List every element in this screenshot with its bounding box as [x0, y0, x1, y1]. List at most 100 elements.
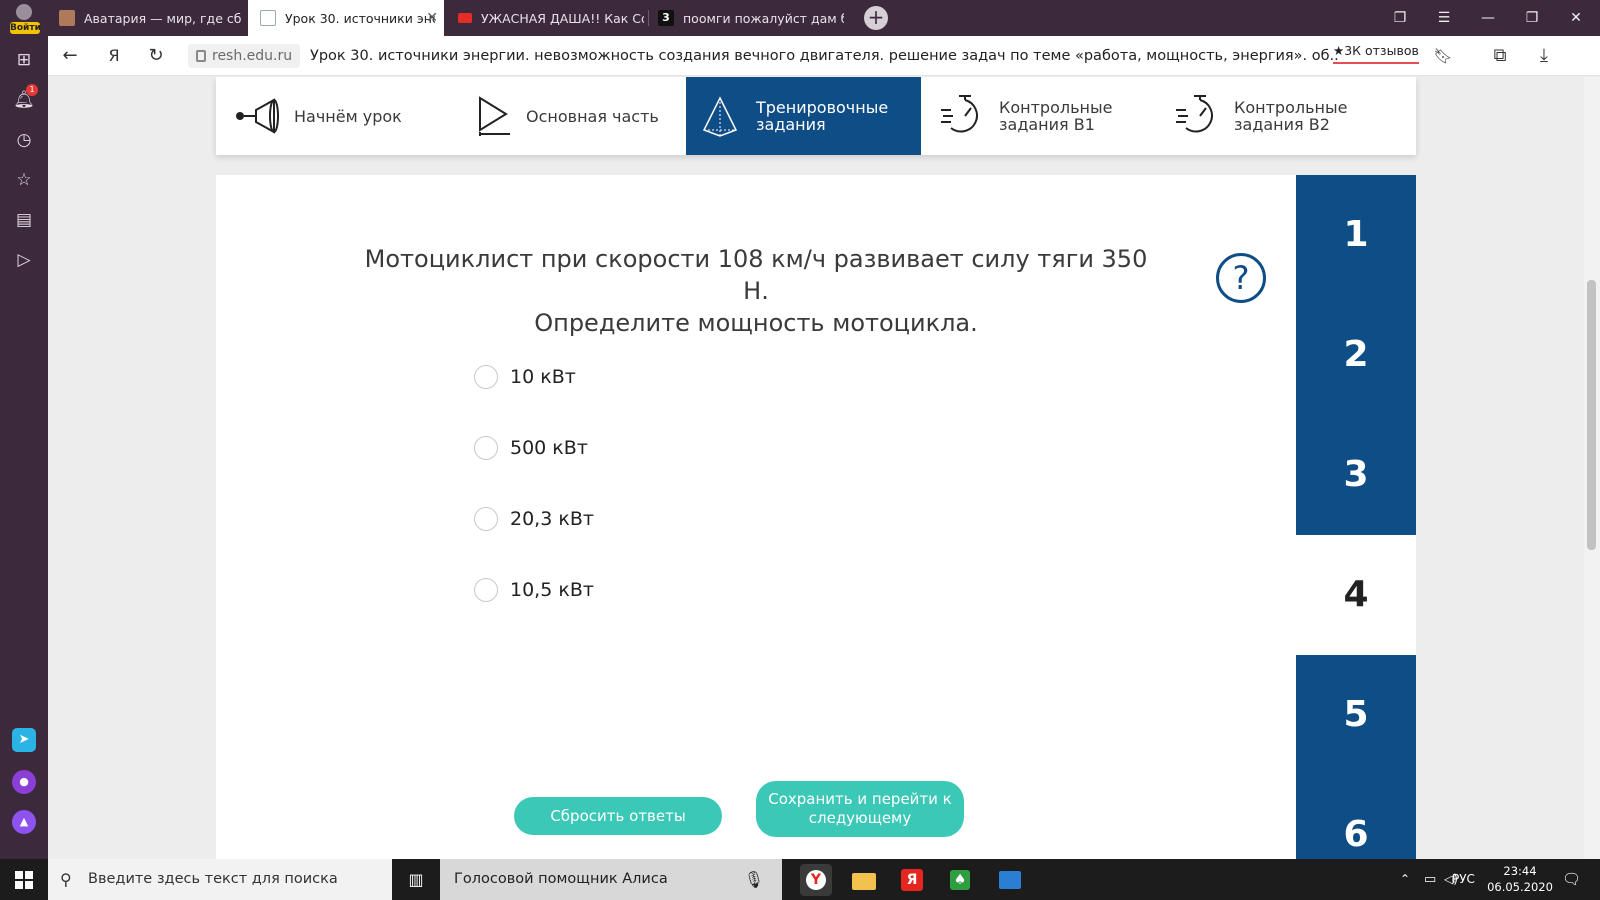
question-line-2: Определите мощность мотоцикла. — [534, 309, 978, 337]
close-icon[interactable]: ✕ — [426, 10, 438, 26]
yandex-browser-taskbar-icon[interactable]: Y — [800, 864, 832, 896]
windows-start-icon[interactable] — [0, 859, 48, 900]
radio-button[interactable] — [474, 365, 498, 389]
nav-item-main-part[interactable]: Основная часть — [456, 77, 686, 155]
tab-lesson[interactable]: Урок 30. источники эне ✕ — [248, 0, 444, 36]
question-line-1: Мотоциклист при скорости 108 км/ч развив… — [364, 245, 1148, 305]
nav-label: Основная часть — [526, 106, 659, 126]
nav-label: Контрольные — [1234, 98, 1348, 117]
help-question-icon[interactable]: ? — [1216, 253, 1266, 303]
task-number-4[interactable]: 4 — [1296, 535, 1416, 655]
option-label: 10 кВт — [510, 366, 576, 388]
close-window-button[interactable]: ✕ — [1554, 0, 1598, 36]
znanija-favicon: 3 — [658, 10, 674, 26]
restore-button[interactable]: ❐ — [1510, 0, 1554, 36]
task-number-list: 1 2 3 4 5 6 — [1296, 175, 1416, 859]
domain-label[interactable]: resh.edu.ru — [188, 44, 301, 68]
nav-item-training-tasks[interactable]: Тренировочные задания — [686, 77, 921, 155]
nav-label: Начнём урок — [294, 106, 402, 126]
apps-grid-icon[interactable]: ⊞ — [12, 48, 36, 72]
reset-answers-button[interactable]: Сбросить ответы — [514, 797, 722, 835]
collections-icon[interactable]: ▤ — [12, 208, 36, 232]
save-label-line1: Сохранить и перейти к — [768, 790, 952, 808]
network-icon[interactable]: ▭ — [1424, 859, 1436, 900]
lock-icon — [196, 50, 206, 62]
video-play-icon[interactable]: ▷ — [12, 248, 36, 272]
tab-avataria[interactable]: Аватария — мир, где сбы — [56, 0, 242, 36]
profile-avatar[interactable]: Войти — [8, 2, 41, 34]
play-icon — [479, 96, 510, 136]
task-number-2[interactable]: 2 — [1296, 295, 1416, 415]
answer-option[interactable]: 10,5 кВт — [474, 577, 594, 603]
reload-icon[interactable]: ↻ — [144, 44, 168, 68]
answer-option[interactable]: 20,3 кВт — [474, 506, 594, 532]
notification-center-icon[interactable]: 🗨︎ — [1562, 859, 1581, 900]
browser-tab-bar: Войти Аватария — мир, где сбы Урок 30. и… — [0, 0, 1600, 36]
answer-option[interactable]: 10 кВт — [474, 364, 576, 390]
clock[interactable]: 23:44 06.05.2020 — [1484, 859, 1556, 895]
avatar-icon — [16, 4, 32, 20]
stopwatch-icon — [941, 95, 978, 133]
taskbar-search-input[interactable]: ⚲ Введите здесь текст для поиска — [48, 859, 392, 900]
file-explorer-icon[interactable] — [848, 864, 880, 896]
language-indicator[interactable]: РУС — [1452, 859, 1475, 900]
reviews-badge[interactable]: ★3К отзывов — [1333, 42, 1419, 64]
scrollbar-thumb[interactable] — [1587, 280, 1596, 550]
save-label-line2: следующему — [808, 809, 912, 827]
nav-label: Тренировочные — [756, 98, 889, 117]
option-label: 10,5 кВт — [510, 579, 594, 601]
task-number-1[interactable]: 1 — [1296, 175, 1416, 295]
clock-time: 23:44 — [1503, 864, 1537, 878]
nav-item-start-lesson[interactable]: Начнём урок — [216, 77, 456, 155]
windows-taskbar: ⚲ Введите здесь текст для поиска ▥ Голос… — [0, 859, 1600, 900]
notifications-icon[interactable]: 🔔︎ 1 — [12, 84, 38, 112]
music-app-icon[interactable]: ● — [12, 770, 36, 794]
task-number-3[interactable]: 3 — [1296, 415, 1416, 535]
tab-znanija[interactable]: 3 поомги пожалуйст дам ба — [658, 0, 844, 36]
messenger-app-icon[interactable]: ➤ — [12, 728, 36, 752]
alice-assistant-icon[interactable]: ▲ — [12, 810, 36, 834]
task-number-5[interactable]: 5 — [1296, 655, 1416, 775]
yandex-logo-icon[interactable]: Я — [102, 44, 126, 68]
nav-item-control-b2[interactable]: Контрольные задания В2 — [1156, 77, 1416, 155]
megaphone-icon — [236, 98, 279, 134]
alice-voice-assistant-bar[interactable]: Голосовой помощник Алиса 🎙︎ — [440, 859, 782, 900]
menu-icon[interactable]: ☰ — [1422, 0, 1466, 36]
nav-item-control-b1[interactable]: Контрольные задания В1 — [921, 77, 1156, 155]
back-arrow-icon[interactable]: ← — [58, 44, 82, 68]
url-page-title[interactable]: Урок 30. источники энергии. невозможност… — [310, 44, 1340, 68]
resh-favicon — [260, 10, 276, 26]
nav-label-line2: задания В2 — [1234, 115, 1330, 134]
nav-label-line2: задания — [756, 115, 826, 134]
history-icon[interactable]: ◷ — [12, 128, 36, 152]
minimize-button[interactable]: — — [1466, 0, 1510, 36]
pyramid-icon — [702, 96, 738, 137]
game-app-icon[interactable]: ♠ — [944, 864, 976, 896]
login-badge[interactable]: Войти — [10, 22, 41, 34]
clock-date: 06.05.2020 — [1487, 880, 1553, 894]
favorites-star-icon[interactable]: ☆ — [12, 168, 36, 192]
bookmark-icon[interactable]: 🔖︎ — [1431, 44, 1455, 68]
tab-youtube[interactable]: УЖАСНАЯ ДАША!! Как Со — [458, 0, 644, 36]
answer-option[interactable]: 500 кВт — [474, 435, 588, 461]
microphone-icon[interactable]: 🎙︎ — [744, 859, 764, 900]
tab-title: поомги пожалуйст дам ба — [683, 10, 844, 26]
tab-title: Аватария — мир, где сбы — [84, 10, 242, 26]
browser-sidebar: ⊞ 🔔︎ 1 ◷ ☆ ▤ ▷ ➤ ● ▲ — [0, 36, 48, 859]
youtube-favicon — [458, 13, 472, 23]
task-number-6[interactable]: 6 — [1296, 775, 1416, 859]
tray-chevron-icon[interactable]: ⌃ — [1400, 859, 1410, 900]
radio-button[interactable] — [474, 507, 498, 531]
nav-label-line2: задания В1 — [999, 115, 1095, 134]
download-icon[interactable]: ⤓ — [1532, 44, 1556, 68]
radio-button[interactable] — [474, 436, 498, 460]
search-icon: ⚲ — [60, 870, 72, 889]
bookmarks-panel-icon[interactable]: ❐ — [1378, 0, 1422, 36]
photos-app-icon[interactable] — [994, 864, 1026, 896]
save-next-button[interactable]: Сохранить и перейти к следующему — [756, 781, 964, 837]
task-view-icon[interactable]: ▥ — [404, 859, 428, 900]
yandex-app-icon[interactable]: Я — [896, 864, 928, 896]
radio-button[interactable] — [474, 578, 498, 602]
extensions-icon[interactable]: ⧉ — [1488, 44, 1512, 68]
new-tab-button[interactable]: + — [864, 6, 888, 30]
